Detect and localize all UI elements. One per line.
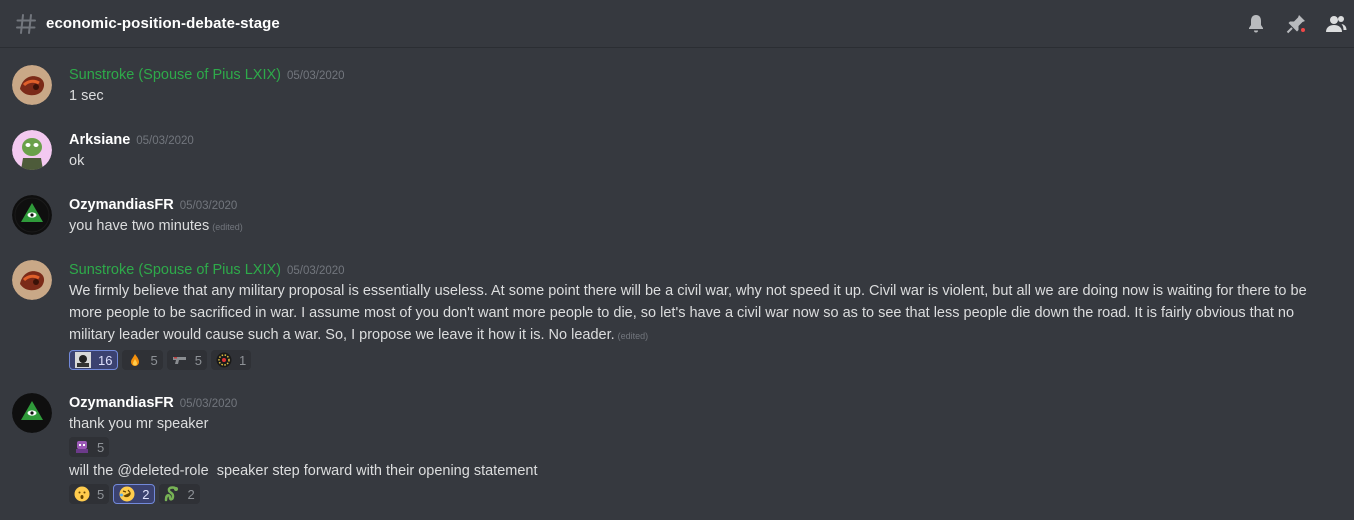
reaction-count: 5 <box>97 439 105 455</box>
reactions-bar: 5 2 2 <box>69 484 1314 504</box>
edited-label: (edited) <box>212 222 243 232</box>
message: Sunstroke (Spouse of Pius LXIX) 05/03/202… <box>0 260 1354 372</box>
rofl-emoji-icon <box>119 486 135 502</box>
reaction-count: 16 <box>98 352 113 368</box>
reaction[interactable]: 5 <box>69 484 110 504</box>
avatar[interactable] <box>12 65 52 105</box>
timestamp: 05/03/2020 <box>179 398 238 410</box>
message-text: 1 sec <box>69 88 104 104</box>
reaction[interactable]: 1 <box>210 350 252 370</box>
author-name[interactable]: Sunstroke (Spouse of Pius LXIX) <box>69 262 281 278</box>
reaction-count: 5 <box>97 486 105 502</box>
channel-header: economic-position-debate-stage <box>0 0 1354 48</box>
members-icon[interactable] <box>1324 12 1348 36</box>
bell-icon[interactable] <box>1244 12 1268 36</box>
avatar[interactable] <box>12 393 52 433</box>
role-mention[interactable]: @deleted-role <box>117 463 208 479</box>
author-name[interactable]: OzymandiasFR <box>69 197 174 213</box>
author-name[interactable]: Sunstroke (Spouse of Pius LXIX) <box>69 67 281 83</box>
message-text: thank you mr speaker <box>69 416 209 432</box>
reactions-bar: 5 <box>69 437 1314 457</box>
reaction-count: 2 <box>187 486 195 502</box>
message-text-body: you have two minutes <box>69 218 210 234</box>
hushed-face-emoji-icon <box>74 486 90 502</box>
reaction[interactable]: 5 <box>166 350 207 370</box>
reaction[interactable]: 5 <box>122 350 163 370</box>
reaction-count: 5 <box>194 352 202 368</box>
followup-text-start: will the <box>69 463 118 479</box>
purple-custom-emoji-icon <box>74 439 90 455</box>
reaction-count: 1 <box>238 352 247 368</box>
message: OzymandiasFR 05/03/2020 you have two minu… <box>0 195 1354 239</box>
pin-icon[interactable] <box>1284 12 1308 36</box>
message-text: We firmly believe that any military prop… <box>69 280 1314 347</box>
reaction[interactable]: 2 <box>159 484 200 504</box>
reaction[interactable]: 16 <box>69 350 119 370</box>
flag-emoji-icon <box>216 352 232 368</box>
notification-dot <box>1299 26 1307 34</box>
gun-emoji-icon <box>172 352 188 368</box>
timestamp: 05/03/2020 <box>136 135 194 147</box>
edited-label: (edited) <box>617 331 649 341</box>
fire-emoji-icon <box>127 352 143 368</box>
timestamp: 05/03/2020 <box>286 70 345 82</box>
message: OzymandiasFR 05/03/2020 thank you mr spea… <box>0 393 1354 513</box>
reaction[interactable]: 5 <box>69 437 110 457</box>
avatar[interactable] <box>12 195 52 235</box>
snake-emoji-icon <box>164 486 180 502</box>
message: Arksiane 05/03/2020 ok <box>0 130 1354 174</box>
timestamp: 05/03/2020 <box>286 265 345 277</box>
reaction-count: 2 <box>142 486 150 502</box>
followup-text-end: speaker step forward with their opening … <box>208 463 538 479</box>
author-name[interactable]: Arksiane <box>69 132 130 148</box>
message: Sunstroke (Spouse of Pius LXIX) 05/03/202… <box>0 65 1354 109</box>
reaction-count: 5 <box>150 352 158 368</box>
message-text-body: We firmly believe that any military prop… <box>69 283 1307 343</box>
hashtag-icon <box>16 13 36 34</box>
message-text: will the @deleted-role speaker step forw… <box>69 460 1314 482</box>
message-text: you have two minutes (edited) <box>69 215 1314 238</box>
channel-name: economic-position-debate-stage <box>46 15 280 32</box>
custom-face-emoji-icon <box>75 352 91 368</box>
message-text: ok <box>69 153 85 169</box>
reactions-bar: 16 5 5 1 <box>69 350 1314 370</box>
avatar[interactable] <box>12 260 52 300</box>
reaction[interactable]: 2 <box>113 484 156 504</box>
avatar[interactable] <box>12 130 52 170</box>
timestamp: 05/03/2020 <box>179 200 238 212</box>
author-name[interactable]: OzymandiasFR <box>69 395 174 411</box>
